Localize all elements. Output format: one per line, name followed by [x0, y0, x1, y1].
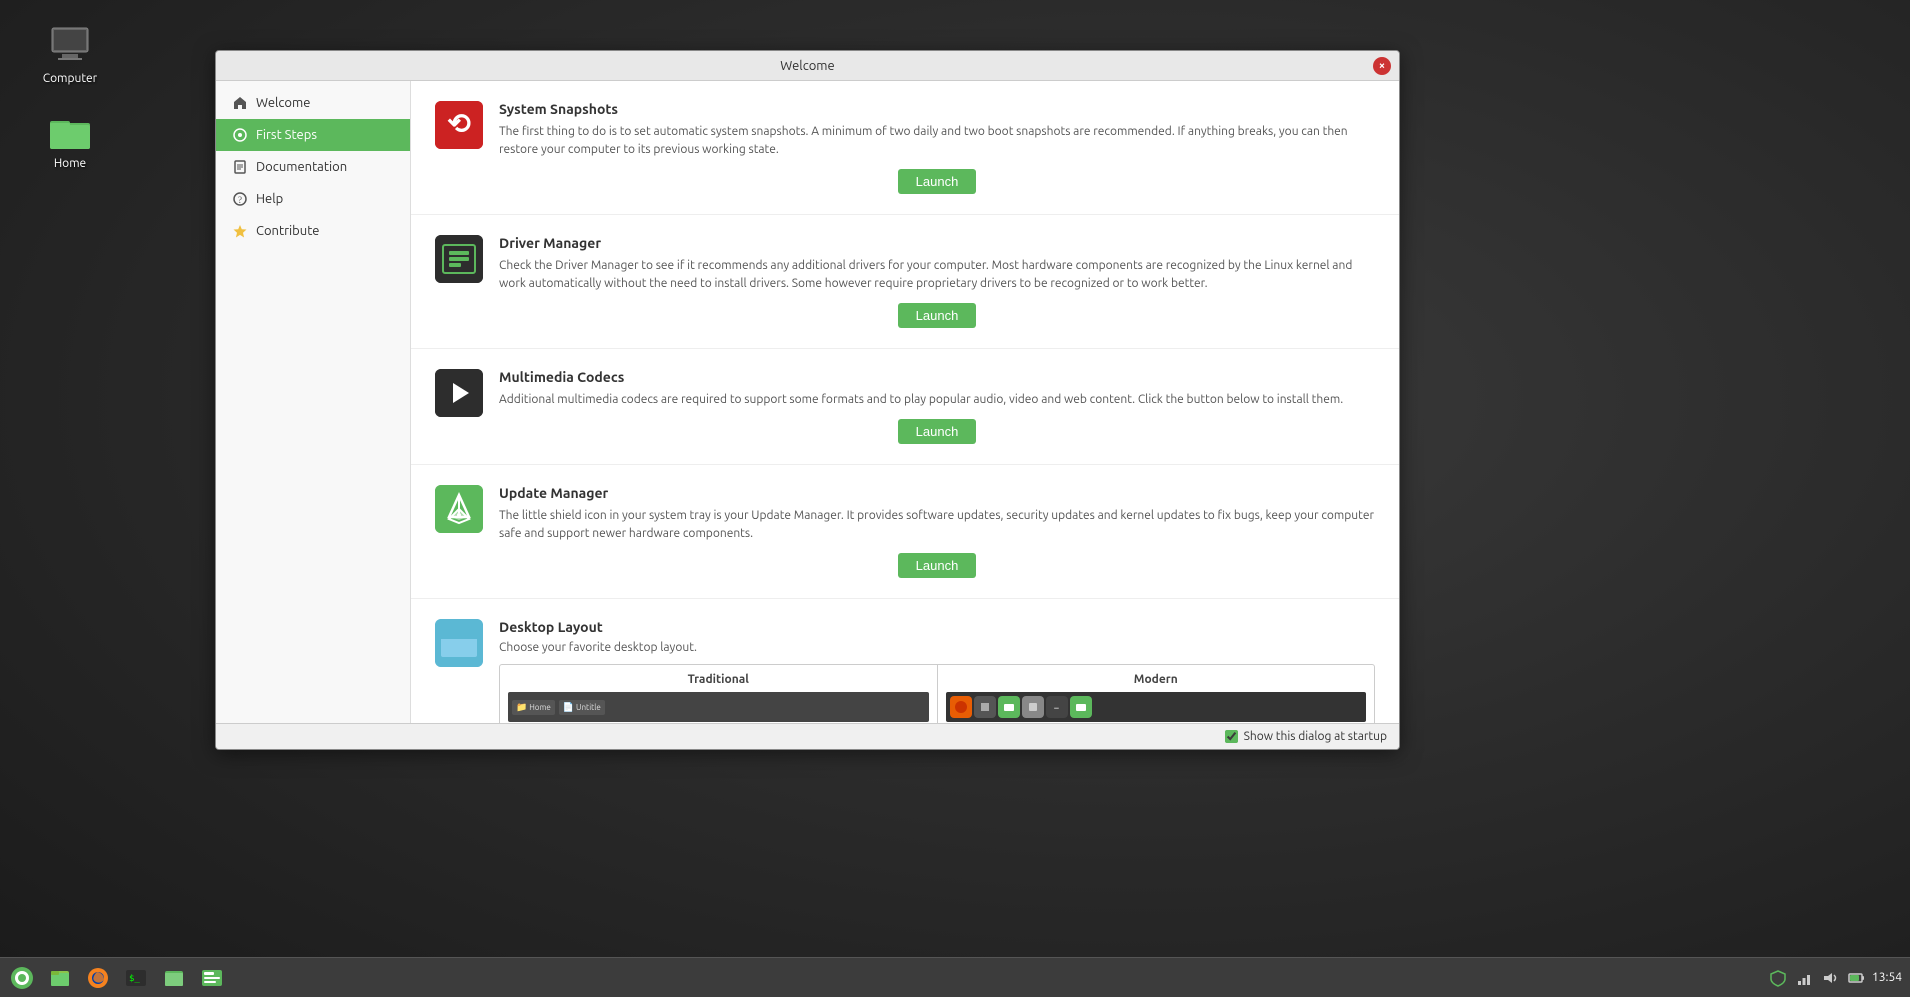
help-icon: ? [232, 191, 248, 207]
shield-tray-icon[interactable] [1768, 968, 1788, 988]
update-desc: The little shield icon in your system tr… [499, 507, 1375, 543]
layout-modern[interactable]: Modern [938, 665, 1375, 723]
desktop-layout-row: Desktop Layout Choose your favorite desk… [435, 619, 1375, 723]
desktop: Computer Home Welcome × [0, 0, 1910, 997]
startup-checkbox-area: Show this dialog at startup [1225, 730, 1387, 743]
sidebar-item-help[interactable]: ? Help [216, 183, 410, 215]
taskbar-files-button[interactable] [42, 960, 78, 996]
sidebar-item-welcome[interactable]: Welcome [216, 87, 410, 119]
driver-body: Driver Manager Check the Driver Manager … [499, 235, 1375, 328]
taskbar: $_ [0, 957, 1910, 997]
sidebar-item-documentation[interactable]: Documentation [216, 151, 410, 183]
sidebar-documentation-label: Documentation [256, 160, 347, 174]
taskbar-clock[interactable]: 13:54 [1872, 971, 1902, 984]
update-manager-item: Update Manager The little shield icon in… [411, 465, 1399, 599]
taskbar-mint-button[interactable] [4, 960, 40, 996]
taskbar-nemo-button[interactable] [156, 960, 192, 996]
window-titlebar: Welcome × [216, 51, 1399, 81]
update-title: Update Manager [499, 485, 1375, 501]
driver-icon [435, 235, 483, 283]
desktop-layout-item: Desktop Layout Choose your favorite desk… [411, 599, 1399, 723]
sidebar-item-first-steps[interactable]: First Steps [216, 119, 410, 151]
svg-text:$_: $_ [129, 974, 140, 984]
flag-icon [232, 127, 248, 143]
home-folder-icon [46, 105, 94, 153]
multimedia-title: Multimedia Codecs [499, 369, 1375, 385]
sidebar: Welcome First Steps [216, 81, 411, 723]
book-icon [232, 159, 248, 175]
snapshots-icon: ⟲ [435, 101, 483, 149]
modern-label: Modern [946, 673, 1367, 686]
taskbar-left: $_ [0, 960, 234, 996]
multimedia-icon [435, 369, 483, 417]
driver-launch-button[interactable]: Launch [898, 303, 977, 328]
window-title: Welcome [780, 59, 834, 73]
main-content[interactable]: ⟲ System Snapshots The first thing to do… [411, 81, 1399, 723]
snapshots-title: System Snapshots [499, 101, 1375, 117]
computer-icon [46, 20, 94, 68]
traditional-preview: 📁 Home 📄 Untitle [508, 692, 929, 722]
driver-manager-item: Driver Manager Check the Driver Manager … [411, 215, 1399, 349]
sidebar-contribute-label: Contribute [256, 224, 319, 238]
driver-desc: Check the Driver Manager to see if it re… [499, 257, 1375, 293]
desktop-layout-title: Desktop Layout [499, 619, 1375, 635]
desktop-layout-content: Desktop Layout Choose your favorite desk… [499, 619, 1375, 723]
update-launch-button[interactable]: Launch [898, 553, 977, 578]
multimedia-body: Multimedia Codecs Additional multimedia … [499, 369, 1375, 444]
desktop-icon-computer[interactable]: Computer [30, 20, 110, 85]
taskbar-terminal-button[interactable]: $_ [118, 960, 154, 996]
sidebar-welcome-label: Welcome [256, 96, 310, 110]
startup-label: Show this dialog at startup [1244, 730, 1387, 743]
home-icon [232, 95, 248, 111]
svg-text:⟲: ⟲ [447, 108, 471, 139]
welcome-window: Welcome × Welcome [215, 50, 1400, 750]
desktop-icon-area: Computer Home [30, 20, 110, 170]
multimedia-desc: Additional multimedia codecs are require… [499, 391, 1375, 409]
desktop-icon-home[interactable]: Home [30, 105, 110, 170]
power-tray-icon[interactable] [1846, 968, 1866, 988]
window-footer: Show this dialog at startup [216, 723, 1399, 749]
snapshots-launch-button[interactable]: Launch [898, 169, 977, 194]
snapshots-desc: The first thing to do is to set automati… [499, 123, 1375, 159]
clock-time: 13:54 [1872, 971, 1902, 984]
desktop-layout-icon [435, 619, 483, 667]
svg-text:?: ? [238, 195, 242, 205]
startup-checkbox[interactable] [1225, 730, 1238, 743]
layout-traditional[interactable]: Traditional 📁 Home [500, 665, 938, 723]
sidebar-first-steps-label: First Steps [256, 128, 317, 142]
computer-label: Computer [43, 72, 97, 85]
home-label: Home [54, 157, 86, 170]
snapshots-body: System Snapshots The first thing to do i… [499, 101, 1375, 194]
layout-options: Traditional 📁 Home [499, 664, 1375, 723]
traditional-label: Traditional [508, 673, 929, 686]
update-icon [435, 485, 483, 533]
desktop-layout-subtitle: Choose your favorite desktop layout. [499, 641, 1375, 654]
taskbar-firefox-button[interactable] [80, 960, 116, 996]
star-icon [232, 223, 248, 239]
sidebar-help-label: Help [256, 192, 283, 206]
update-body: Update Manager The little shield icon in… [499, 485, 1375, 578]
taskbar-manager-button[interactable] [194, 960, 230, 996]
system-snapshots-item: ⟲ System Snapshots The first thing to do… [411, 81, 1399, 215]
volume-tray-icon[interactable] [1820, 968, 1840, 988]
window-close-button[interactable]: × [1373, 57, 1391, 75]
window-body: Welcome First Steps [216, 81, 1399, 723]
multimedia-item: Multimedia Codecs Additional multimedia … [411, 349, 1399, 465]
driver-title: Driver Manager [499, 235, 1375, 251]
multimedia-launch-button[interactable]: Launch [898, 419, 977, 444]
network-tray-icon[interactable] [1794, 968, 1814, 988]
taskbar-right: 13:54 [1760, 968, 1910, 988]
modern-preview: − [946, 692, 1367, 722]
sidebar-item-contribute[interactable]: Contribute [216, 215, 410, 247]
